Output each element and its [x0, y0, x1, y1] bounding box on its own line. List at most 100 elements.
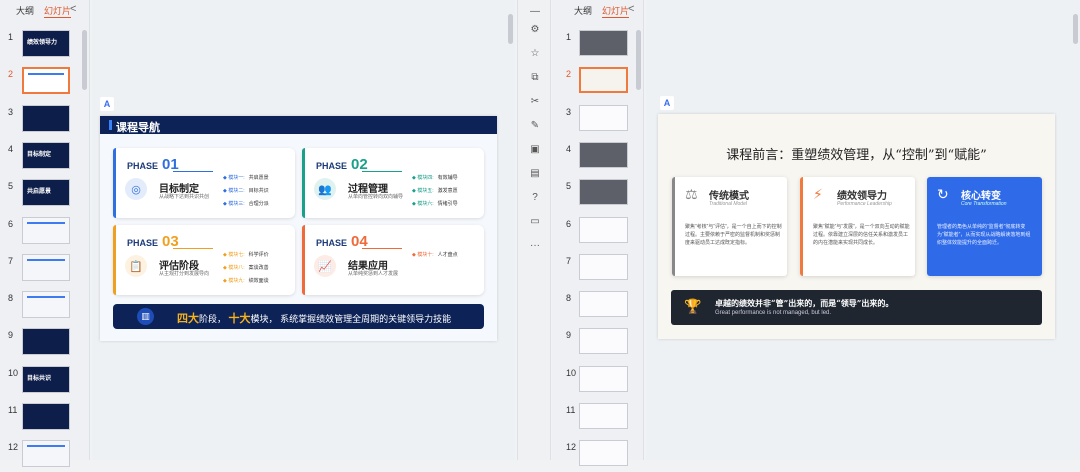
comparison-card: ↻ 核心转变 Core Transformation 管理者的角色从单纯的“监督… — [927, 177, 1042, 276]
slide-number: 4 — [8, 143, 14, 154]
slide-thumbnail[interactable]: 10 — [552, 365, 642, 398]
tab-slides[interactable]: 幻灯片 — [602, 4, 630, 18]
slide-preview — [579, 440, 628, 467]
slide-thumbnail-panel-right: 大纲 幻灯片 < 1 2 3 4 5 6 7 8 9 10 11 12 — [552, 0, 644, 467]
scrollbar[interactable] — [636, 30, 641, 90]
slide-thumbnail[interactable]: 2 — [0, 67, 90, 99]
scrollbar[interactable] — [82, 30, 87, 90]
phase-card: PHASE 01 ◎ 目标制定 从战略下达到共识共创 ◆ 模块一: 共启愿景 ◆ 模块二… — [113, 148, 295, 218]
slide-course-preface[interactable]: 课程前言：重塑绩效管理，从“控制”到“赋能” ⚖ 传统模式 Traditiona… — [658, 114, 1055, 339]
slide-preview — [579, 104, 628, 131]
comment-icon[interactable]: ▭ — [527, 214, 543, 230]
slide-preview — [579, 291, 628, 318]
slide-thumbnail[interactable]: 9 — [552, 328, 642, 360]
transition-icon[interactable]: ▣ — [527, 142, 543, 158]
slide-number: 7 — [8, 255, 14, 266]
phase-subtitle: 从主观打分到发展导向 — [159, 271, 210, 277]
slide-thumbnail[interactable]: 5 — [552, 179, 642, 211]
tab-outline[interactable]: 大纲 — [16, 4, 34, 18]
slide-thumbnail[interactable]: 1 — [552, 30, 642, 62]
slide-thumbnail[interactable]: 7 — [552, 253, 642, 286]
slide-preview — [579, 253, 628, 280]
module-item: ◆ 模块八: 案谈改善 — [223, 265, 269, 271]
tab-slides[interactable]: 幻灯片 — [44, 4, 72, 18]
slide-thumbnail-panel-left: 大纲 幻灯片 < 1 绩效领导力 2 3 4 目标制定 5 共启愿景 6 7 8 9 10 目标共识 11 1… — [0, 0, 90, 468]
adjust-icon[interactable]: ⚙ — [527, 22, 543, 38]
quote-chinese: 卓越的绩效并非“管”出来的，而是“领导”出来的。 — [715, 298, 894, 308]
slide-thumbnail[interactable]: 6 — [552, 216, 642, 249]
card-icon: ↻ — [937, 186, 949, 202]
slide-thumbnail[interactable]: 4 目标制定 — [0, 141, 90, 174]
phase-card: PHASE 03 📋 评估阶段 从主观打分到发展导向 ◆ 模块七: 科学评价 ◆ 模块八… — [113, 225, 295, 295]
star-icon[interactable]: ☆ — [527, 46, 543, 62]
card-icon: ⚖ — [685, 186, 698, 202]
chart-icon: ▥ — [137, 308, 154, 325]
slide-number: 6 — [566, 218, 572, 229]
slide-number: 1 — [8, 32, 14, 42]
tab-outline[interactable]: 大纲 — [574, 4, 592, 18]
minimize-icon[interactable]: — — [527, 4, 543, 20]
slide-title: 课程前言：重塑绩效管理，从“控制”到“赋能” — [726, 148, 987, 163]
thumb-title: 绩效领导力 — [27, 40, 58, 46]
slide-number: 12 — [8, 442, 19, 453]
slide-thumbnail[interactable]: 8 — [552, 291, 642, 323]
slide-preview: 目标共识 — [22, 365, 70, 393]
slide-number: 9 — [566, 330, 572, 341]
slide-preview: 目标制定 — [22, 141, 70, 169]
phase-label: PHASE 03 — [127, 233, 179, 250]
card-title: 核心转变 — [961, 191, 1001, 202]
slide-preview — [579, 328, 628, 355]
slide-thumbnail[interactable]: 9 — [0, 328, 90, 360]
card-accent — [302, 148, 305, 218]
slide-course-navigation[interactable]: 课程导航 PHASE 01 ◎ 目标制定 从战略下达到共识共创 ◆ 模块一: 共启愿景… — [100, 116, 497, 341]
module-item: ◆ 模块九: 绩效面谈 — [223, 278, 269, 284]
slide-preview — [22, 253, 70, 281]
scrollbar[interactable] — [1073, 14, 1078, 44]
book-icon[interactable]: ▤ — [527, 166, 543, 182]
slide-thumbnail[interactable]: 12 — [0, 440, 90, 472]
slide-thumbnail[interactable]: 4 — [552, 141, 642, 174]
phase-subtitle: 从战略下达到共识共创 — [159, 194, 210, 200]
collapse-panel-icon[interactable]: < — [628, 3, 634, 15]
panel-tabs: 大纲 幻灯片 — [574, 4, 630, 18]
phase-icon: 👥 — [314, 178, 336, 200]
tools-icon[interactable]: ✂ — [527, 94, 543, 110]
more-icon[interactable]: ··· — [527, 238, 543, 254]
module-list: ◆ 模块十: 人才盘点 — [412, 249, 458, 262]
slide-thumbnail[interactable]: 2 — [552, 67, 642, 99]
slide-thumbnail[interactable]: 11 — [552, 403, 642, 435]
slide-number: 11 — [8, 405, 18, 415]
slide-preview — [22, 216, 70, 244]
animation-icon[interactable]: ✎ — [527, 118, 543, 134]
slide-thumbnail[interactable]: 7 — [0, 253, 90, 286]
slide-thumbnail[interactable]: 8 — [0, 291, 90, 323]
module-item: ◆ 模块三: 合理分派 — [223, 201, 269, 207]
slide-thumbnail[interactable]: 6 — [0, 216, 90, 249]
phase-label: PHASE 02 — [316, 156, 368, 173]
scrollbar[interactable] — [508, 14, 513, 44]
shapes-icon[interactable]: ⧉ — [527, 70, 543, 86]
help-icon[interactable]: ? — [527, 190, 543, 206]
slide-thumbnail[interactable]: 3 — [552, 104, 642, 137]
collapse-panel-icon[interactable]: < — [70, 3, 76, 15]
summary-banner: ▥ 四大阶段， 十大模块， 系统掌握绩效管理全周期的关键领导力技能 — [113, 304, 484, 329]
slide-number: 8 — [566, 293, 572, 304]
slide-number: 10 — [8, 367, 19, 378]
slide-preview — [579, 67, 628, 94]
slide-preview — [22, 328, 70, 356]
module-item: ◆ 模块二: 目标共识 — [223, 188, 269, 194]
slide-thumbnail[interactable]: 12 — [552, 440, 642, 472]
quote-banner: 🏆 卓越的绩效并非“管”出来的，而是“领导”出来的。 Great perform… — [671, 290, 1042, 325]
slide-thumbnail[interactable]: 1 绩效领导力 — [0, 30, 90, 62]
slide-number: 11 — [566, 405, 576, 415]
slide-thumbnail[interactable]: 11 — [0, 403, 90, 435]
slide-thumbnail[interactable]: 5 共启愿景 — [0, 179, 90, 211]
slide-preview — [22, 440, 70, 468]
card-icon: ⚡ — [813, 186, 823, 202]
slide-thumbnail[interactable]: 10 目标共识 — [0, 365, 90, 398]
slide-thumbnail[interactable]: 3 — [0, 104, 90, 137]
phase-underline — [362, 248, 402, 249]
phase-label: PHASE 04 — [316, 233, 368, 250]
card-description: 管理者的角色从单纯的“监督者”彻底转变为“赋能者”，从而实现从战略解读落地到组织… — [937, 224, 1031, 246]
side-toolbar: — ⚙ ☆ ⧉ ✂ ✎ ▣ ▤ ? ▭ ··· — [517, 0, 551, 460]
